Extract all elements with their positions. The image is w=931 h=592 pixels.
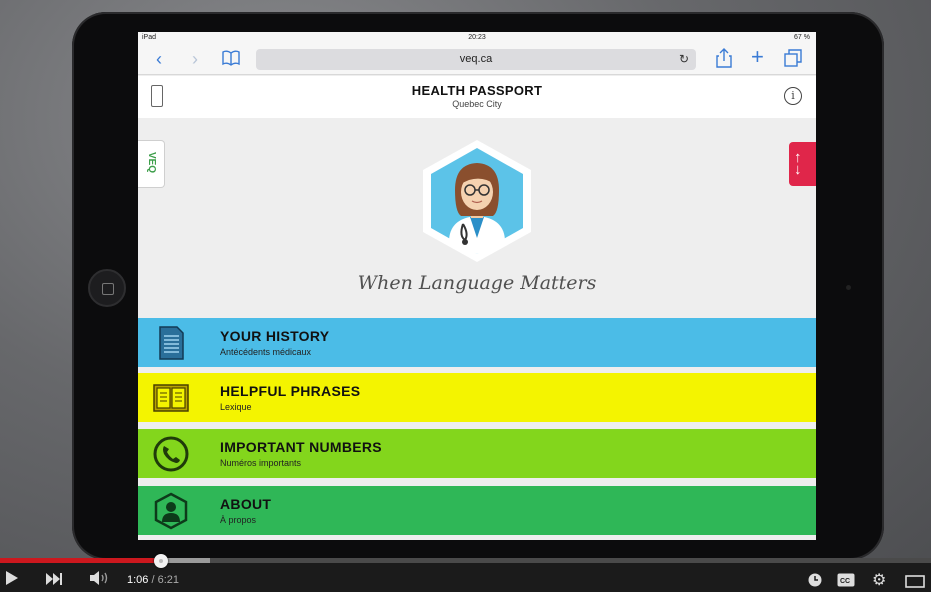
scrubber-handle[interactable] [154,554,169,568]
svg-text:CC: CC [840,578,850,585]
home-button [88,269,126,307]
menu-title: ABOUT [220,496,272,512]
info-icon[interactable]: i [784,87,802,105]
menu-title: HELPFUL PHRASES [220,383,361,399]
captions-icon[interactable]: CC [837,573,855,591]
play-icon[interactable] [6,571,18,589]
feedback-tab[interactable]: ↑ ↓ [789,142,816,186]
menu-item-your-history[interactable]: YOUR HISTORY Antécédents médicaux [138,318,816,367]
share-icon[interactable] [716,48,732,73]
tablet-screen: iPad 20:23 67 % ‹ › veq.ca ↻ + HEALTH PA… [138,32,816,540]
duration: 6:21 [157,574,180,586]
menu-subtitle: À propos [220,515,257,525]
url-field[interactable]: veq.ca [256,49,696,70]
menu-subtitle: Antécédents médicaux [220,347,312,357]
app-title: HEALTH PASSPORT [411,83,543,98]
menu-title: IMPORTANT NUMBERS [220,439,382,455]
menu-item-helpful-phrases[interactable]: HELPFUL PHRASES Lexique [138,373,816,422]
thumbs-icon: ↑ ↓ [794,149,802,178]
status-bar: iPad 20:23 67 % [138,32,816,45]
doctor-avatar [423,140,531,262]
progress-bar[interactable] [0,558,931,563]
fullscreen-icon[interactable] [905,574,925,592]
app-subtitle: Quebec City [452,99,502,109]
browser-toolbar: ‹ › veq.ca ↻ + [138,45,816,75]
forward-icon[interactable]: › [192,49,198,69]
document-icon [159,326,184,360]
book-icon [153,384,189,412]
status-time: 20:23 [468,34,486,41]
tagline: When Language Matters [357,272,597,294]
time-separator: / [148,574,158,586]
settings-gear-icon[interactable]: ⚙ [872,572,886,590]
buffered-bar [162,558,210,563]
hero-section: VEQ ↑ ↓ When Language Matters [138,118,816,318]
tabs-icon[interactable] [784,49,802,72]
phone-icon [153,436,189,472]
veq-tab-label: VEQ [146,151,158,174]
menu-title: YOUR HISTORY [220,328,330,344]
played-bar [0,558,162,563]
time-display: 1:06 / 6:21 [127,574,179,586]
next-icon[interactable] [46,571,62,589]
bookmarks-icon[interactable] [222,50,240,71]
volume-icon[interactable] [90,571,110,589]
menu-item-important-numbers[interactable]: IMPORTANT NUMBERS Numéros importants [138,429,816,478]
app-header: HEALTH PASSPORT Quebec City i [138,76,816,118]
person-icon [154,492,188,530]
new-tab-icon[interactable]: + [751,46,764,68]
reload-icon[interactable]: ↻ [679,49,689,70]
back-icon[interactable]: ‹ [156,49,162,69]
battery-label: 67 % [794,34,810,41]
camera [846,285,851,290]
current-time: 1:06 [127,574,149,586]
menu-subtitle: Numéros importants [220,458,302,468]
menu-item-about[interactable]: ABOUT À propos [138,486,816,535]
menu-subtitle: Lexique [220,402,252,412]
veq-side-tab[interactable]: VEQ [138,140,165,188]
watch-later-icon[interactable] [808,573,822,591]
